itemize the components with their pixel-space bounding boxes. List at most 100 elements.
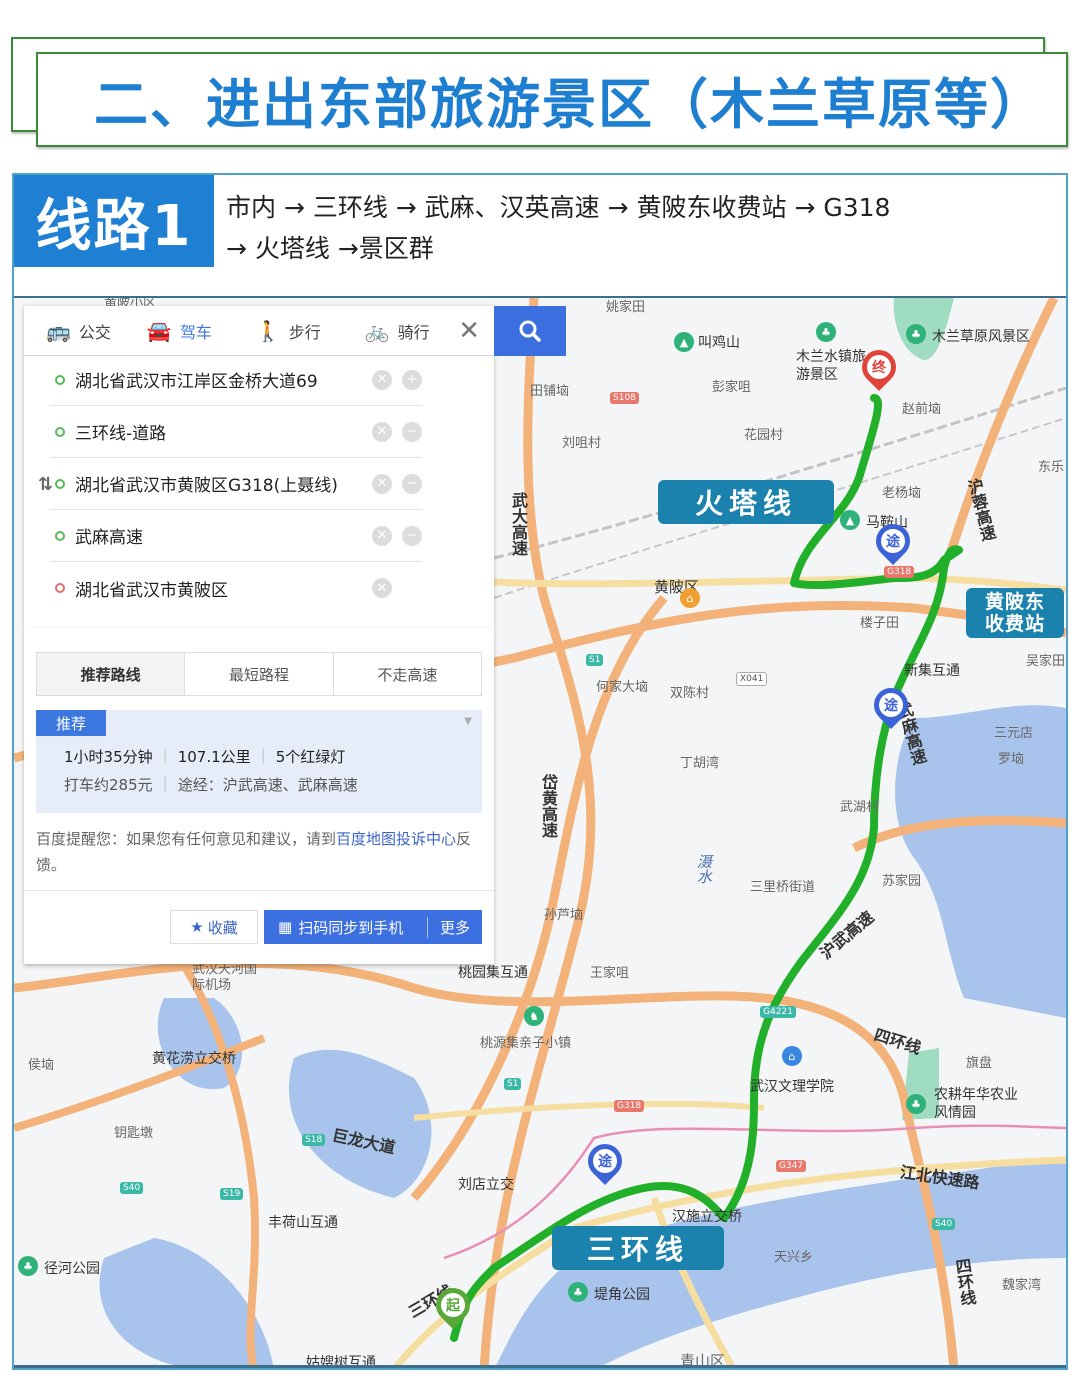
road-shield: S18	[302, 1134, 326, 1146]
pref-recommended[interactable]: 推荐路线	[37, 653, 186, 695]
road-shield: S108	[610, 392, 639, 404]
mountain-poi-icon[interactable]: ▲	[674, 332, 694, 352]
route-description-line2: → 火塔线 →景区群	[226, 234, 434, 263]
chevron-down-icon[interactable]: ▼	[464, 716, 472, 727]
district-home-icon[interactable]: ⌂	[680, 588, 700, 608]
place-label: 楼子田	[860, 616, 900, 631]
place-label: 孙芦垴	[544, 908, 584, 923]
place-label: 姚家田	[606, 300, 646, 315]
close-icon[interactable]: ✕	[458, 316, 480, 346]
place-label: 武汉天河国际机场	[192, 962, 258, 993]
taxi-fare: 打车约285元	[64, 776, 153, 794]
place-label: 桃园集互通	[458, 965, 528, 981]
waypoint-end[interactable]: 湖北省武汉市黄陂区 ✕	[50, 562, 422, 614]
sync-to-phone-button[interactable]: ▦ 扫码同步到手机	[264, 917, 427, 938]
route-via: 途经：沪武高速、武麻高速	[177, 776, 358, 794]
pref-shortest[interactable]: 最短路程	[185, 653, 334, 695]
page-title: 二、进出东部旅游景区（木兰草原等）	[94, 73, 1046, 136]
waypoint-start[interactable]: 湖北省武汉市江岸区金桥大道69 ✕ +	[50, 354, 422, 406]
place-label: 青山区	[680, 1352, 726, 1368]
place-label: 王家咀	[590, 966, 630, 981]
place-label: 双陈村	[670, 686, 710, 701]
waypoint-via-1[interactable]: 三环线-道路 ✕ −	[50, 406, 422, 458]
clear-icon[interactable]: ✕	[372, 525, 392, 546]
road-shield: G4221	[760, 1006, 796, 1018]
place-label: 天兴乡	[774, 1250, 814, 1265]
scenic-poi-icon[interactable]: ♣	[816, 322, 836, 342]
place-label: 罗垴	[998, 752, 1025, 767]
tab-bus[interactable]: 🚌 公交	[46, 319, 111, 343]
waypoint-dot-icon	[55, 426, 65, 437]
callout-huota-line: 火塔线	[658, 480, 834, 524]
feedback-center-link[interactable]: 百度地图投诉中心	[336, 830, 456, 848]
place-label: 田铺垴	[530, 384, 570, 399]
remove-waypoint-icon[interactable]: −	[402, 473, 422, 494]
tab-walk[interactable]: 🚶 步行	[256, 319, 321, 343]
route-traffic-lights: 5个红绿灯	[275, 748, 346, 766]
scenic-poi-icon[interactable]: ♣	[906, 324, 926, 344]
route-result-panel: 推荐路线 最短路程 不走高速 推荐 ▼ 1小时35分钟 | 107.1公里 | …	[24, 628, 494, 964]
road-shield: S19	[220, 1188, 244, 1200]
road-shield: S40	[932, 1218, 956, 1230]
tab-drive[interactable]: 🚘 驾车	[147, 319, 212, 343]
place-label: 彭家咀	[712, 380, 752, 395]
place-label: 吴家田	[1026, 654, 1066, 669]
farm-poi-icon[interactable]: ♣	[906, 1094, 926, 1114]
bus-icon: 🚌	[46, 318, 71, 343]
place-label: 钥匙墩	[114, 1126, 154, 1141]
park-poi-icon[interactable]: ♣	[18, 1256, 38, 1276]
waypoint-dot-icon	[55, 530, 65, 541]
more-button[interactable]: 更多	[426, 916, 482, 938]
park-poi-icon[interactable]: ♣	[568, 1282, 588, 1302]
route-result-card[interactable]: 推荐 ▼ 1小时35分钟 | 107.1公里 | 5个红绿灯 打车约285元 |…	[36, 710, 482, 813]
place-label: 旗盘	[966, 1056, 993, 1071]
clear-icon[interactable]: ✕	[372, 578, 392, 598]
playground-poi-icon[interactable]: ♞	[524, 1006, 544, 1026]
clear-icon[interactable]: ✕	[372, 421, 392, 442]
road-shield: G318	[884, 566, 915, 578]
walk-icon: 🚶	[255, 318, 281, 343]
remove-waypoint-icon[interactable]: −	[402, 525, 422, 546]
clear-icon[interactable]: ✕	[372, 473, 392, 494]
mountain-poi-icon[interactable]: ▲	[840, 510, 860, 530]
callout-sanhuan-line: 三环线	[552, 1226, 724, 1270]
divider	[24, 890, 494, 891]
river-label: 滠水	[695, 854, 713, 884]
road-g318-west	[413, 1100, 765, 1121]
header-banner: 二、进出东部旅游景区（木兰草原等）	[36, 52, 1068, 147]
place-label: 东乐	[1038, 460, 1065, 475]
feedback-notice: 百度提醒您：如果您有任何意见和建议，请到百度地图投诉中心反馈。	[36, 830, 472, 874]
remove-waypoint-icon[interactable]: −	[402, 421, 422, 442]
lake-west	[288, 1049, 432, 1198]
place-label: 何家大垴	[596, 680, 649, 695]
road-shield: S1	[504, 1078, 522, 1090]
place-label: 黄花涝立交桥	[152, 1051, 236, 1067]
pref-no-highway[interactable]: 不走高速	[334, 653, 481, 695]
place-label: 老杨垴	[882, 486, 922, 501]
callout-toll-station: 黄陂东收费站	[966, 588, 1064, 638]
tab-bike[interactable]: 🚲 骑行	[365, 319, 430, 343]
place-label: 刘咀村	[562, 436, 602, 451]
waypoint-dot-icon	[55, 583, 65, 593]
favorite-button[interactable]: ★ 收藏	[170, 910, 258, 944]
clear-icon[interactable]: ✕	[372, 369, 392, 390]
road-shield: G318	[614, 1100, 645, 1112]
school-poi-icon[interactable]: ⌂	[782, 1046, 802, 1066]
waypoint-via-2[interactable]: 湖北省武汉市黄陂区G318(上聂线) ✕ −	[50, 458, 422, 510]
route-badge: 线路1	[14, 175, 214, 267]
waypoint-via-3[interactable]: 武麻高速 ✕ −	[50, 510, 422, 562]
place-label: 丰荷山互通	[268, 1215, 338, 1231]
place-label: 农耕年华农业风情园	[934, 1087, 1018, 1121]
place-label: 侯垴	[28, 1058, 55, 1073]
road-shield: S40	[120, 1182, 144, 1194]
waypoint-dot-icon	[55, 478, 65, 489]
place-label: 堤角公园	[594, 1287, 650, 1303]
place-label: 魏家湾	[1002, 1278, 1042, 1293]
recommended-tag: 推荐	[36, 710, 106, 736]
waypoint-dot-icon	[55, 374, 65, 385]
search-button[interactable]	[494, 306, 566, 356]
add-waypoint-icon[interactable]: +	[402, 369, 422, 390]
route-preference-tabs: 推荐路线 最短路程 不走高速	[36, 652, 482, 696]
sync-buttons: ▦ 扫码同步到手机 更多	[264, 910, 482, 944]
route-distance: 107.1公里	[177, 748, 251, 766]
